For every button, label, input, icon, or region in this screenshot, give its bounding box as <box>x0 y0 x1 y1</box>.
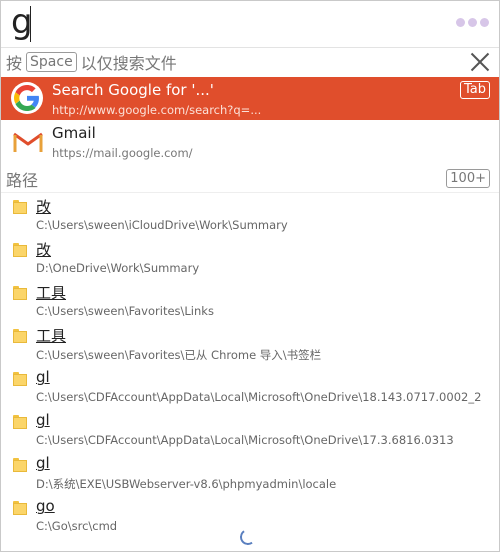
item-name: 改 <box>36 241 52 259</box>
more-options-icon[interactable] <box>456 18 489 27</box>
item-name: gl <box>36 368 50 386</box>
result-url: http://www.google.com/search?q=... <box>52 103 262 117</box>
hint-suffix: 以仅搜索文件 <box>80 54 177 73</box>
folder-icon <box>13 458 27 472</box>
hint-text: 按 Space 以仅搜索文件 <box>6 50 177 74</box>
tab-shortcut-badge: Tab <box>459 81 490 99</box>
item-name: gl <box>36 411 50 429</box>
paths-list: 改 C:\Users\sween\iCloudDrive\Work\Summar… <box>1 194 499 538</box>
search-bar[interactable]: g <box>1 1 499 48</box>
list-item[interactable]: 工具 C:\Users\sween\Favorites\已从 Chrome 导入… <box>1 323 499 366</box>
folder-icon <box>13 286 27 300</box>
item-path: C:\Users\CDFAccount\AppData\Local\Micros… <box>36 390 482 404</box>
item-path: C:\Users\sween\Favorites\Links <box>36 304 214 318</box>
item-path: D:\系统\EXE\USBWebserver-v8.6\phpmyadmin\l… <box>36 477 337 491</box>
list-item[interactable]: gl D:\系统\EXE\USBWebserver-v8.6\phpmyadmi… <box>1 452 499 495</box>
result-title: Gmail <box>52 124 96 142</box>
section-title: 路径 <box>6 171 39 190</box>
list-item[interactable]: gl C:\Users\CDFAccount\AppData\Local\Mic… <box>1 409 499 452</box>
google-icon <box>11 82 43 114</box>
hint-prefix: 按 <box>6 54 23 73</box>
folder-icon <box>13 415 27 429</box>
list-item[interactable]: 工具 C:\Users\sween\Favorites\Links <box>1 280 499 323</box>
space-key-badge: Space <box>26 52 77 72</box>
item-name: gl <box>36 454 50 472</box>
folder-icon <box>13 372 27 386</box>
folder-icon <box>13 329 27 343</box>
close-icon[interactable] <box>470 52 490 72</box>
result-url: https://mail.google.com/ <box>52 146 193 160</box>
result-title: Search Google for '...' <box>52 81 214 99</box>
item-path: C:\Go\src\cmd <box>36 519 118 533</box>
item-path: D:\OneDrive\Work\Summary <box>36 261 200 275</box>
result-google-search[interactable]: Search Google for '...' http://www.googl… <box>1 77 499 120</box>
folder-icon <box>13 243 27 257</box>
paths-section-header: 路径 100+ <box>1 165 499 193</box>
list-item[interactable]: 改 C:\Users\sween\iCloudDrive\Work\Summar… <box>1 194 499 237</box>
list-item[interactable]: 改 D:\OneDrive\Work\Summary <box>1 237 499 280</box>
item-path: C:\Users\CDFAccount\AppData\Local\Micros… <box>36 433 454 447</box>
gmail-icon <box>13 132 43 152</box>
folder-icon <box>13 501 27 515</box>
result-count-badge: 100+ <box>446 169 490 188</box>
folder-icon <box>13 200 27 214</box>
launcher-window: g 按 Space 以仅搜索文件 Search Google for '...'… <box>0 0 500 552</box>
item-name: 工具 <box>36 327 67 345</box>
item-name: 改 <box>36 198 52 216</box>
item-path: C:\Users\sween\Favorites\已从 Chrome 导入\书签… <box>36 348 322 362</box>
text-caret <box>30 6 31 42</box>
hint-bar: 按 Space 以仅搜索文件 <box>1 48 499 75</box>
result-gmail[interactable]: Gmail https://mail.google.com/ <box>1 120 499 163</box>
list-item[interactable]: gl C:\Users\CDFAccount\AppData\Local\Mic… <box>1 366 499 409</box>
item-name: 工具 <box>36 284 67 302</box>
item-name: go <box>36 497 55 515</box>
item-path: C:\Users\sween\iCloudDrive\Work\Summary <box>36 218 288 232</box>
